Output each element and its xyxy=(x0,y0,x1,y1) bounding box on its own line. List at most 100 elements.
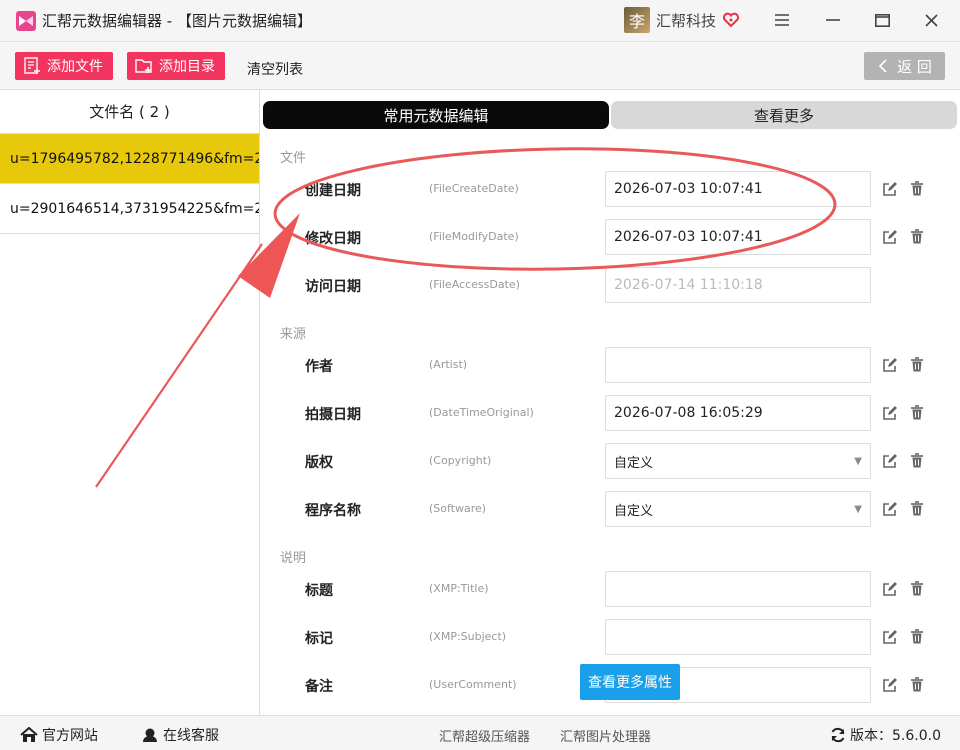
dropdown-caret-icon: ▼ xyxy=(854,504,862,515)
field-label-access: 访问日期 xyxy=(305,279,361,295)
section-title-source: 来源 xyxy=(280,327,307,342)
tab-view-more[interactable]: 查看更多 xyxy=(611,101,957,129)
status-bar: 官方网站 在线客服 汇帮超级压缩器 汇帮图片处理器 版本：5.6.0.0 xyxy=(0,715,960,750)
edit-icon[interactable] xyxy=(882,629,898,645)
copyright-value: 自定义 xyxy=(614,455,654,471)
field-key-comment: (UserComment) xyxy=(429,678,517,691)
field-key-modify: (FileModifyDate) xyxy=(429,230,519,243)
modify-date-value: 2026-07-03 10:07:41 xyxy=(614,229,763,245)
field-label-shoot: 拍摄日期 xyxy=(305,407,361,423)
add-dir-label: 添加目录 xyxy=(159,59,215,75)
version-label: 版本：5.6.0.0 xyxy=(850,728,941,744)
list-item[interactable]: u=2901646514,3731954225&fm=2... xyxy=(0,184,259,234)
back-button[interactable]: 返 回 xyxy=(864,52,945,80)
access-date-value: 2026-07-14 11:10:18 xyxy=(614,277,763,293)
add-folder-icon xyxy=(135,59,152,73)
modify-date-input[interactable]: 2026-07-03 10:07:41 xyxy=(605,219,871,255)
list-item[interactable]: u=1796495782,1228771496&fm=2... xyxy=(0,134,259,184)
section-title-desc: 说明 xyxy=(280,551,307,566)
file-list-header: 文件名 ( 2 ) xyxy=(0,90,259,134)
edit-icon[interactable] xyxy=(882,501,898,517)
title-input[interactable] xyxy=(605,571,871,607)
chevron-left-icon xyxy=(878,59,887,73)
edit-icon[interactable] xyxy=(882,229,898,245)
trash-icon[interactable] xyxy=(910,181,926,197)
app-logo-icon xyxy=(16,10,36,31)
heart-icon xyxy=(722,12,740,28)
trash-icon[interactable] xyxy=(910,629,926,645)
version-info[interactable]: 版本：5.6.0.0 xyxy=(830,725,941,745)
trash-icon[interactable] xyxy=(910,357,926,373)
official-website-link[interactable]: 官方网站 xyxy=(20,725,98,745)
trash-icon[interactable] xyxy=(910,501,926,517)
field-label-modify: 修改日期 xyxy=(305,231,361,247)
shoot-date-input[interactable]: 2026-07-08 16:05:29 xyxy=(605,395,871,431)
field-label-artist: 作者 xyxy=(305,359,333,375)
refresh-icon xyxy=(831,727,845,743)
brand-avatar: 李 xyxy=(624,7,650,33)
field-key-software: (Software) xyxy=(429,502,487,515)
minimize-icon[interactable] xyxy=(823,10,843,30)
field-label-create: 创建日期 xyxy=(305,183,361,199)
field-label-comment: 备注 xyxy=(305,679,333,695)
back-label: 返 回 xyxy=(897,57,932,76)
trash-icon[interactable] xyxy=(910,453,926,469)
clear-list-button[interactable]: 清空列表 xyxy=(247,59,303,79)
close-icon[interactable] xyxy=(921,10,941,30)
file-name: u=1796495782,1228771496&fm=2... xyxy=(10,150,259,167)
headset-icon xyxy=(143,728,157,742)
copyright-select[interactable]: 自定义 ▼ xyxy=(605,443,871,479)
field-label-copyright: 版权 xyxy=(305,455,333,471)
artist-input[interactable] xyxy=(605,347,871,383)
compressor-link[interactable]: 汇帮超级压缩器 xyxy=(439,726,530,745)
edit-icon[interactable] xyxy=(882,453,898,469)
trash-icon[interactable] xyxy=(910,405,926,421)
field-key-create: (FileCreateDate) xyxy=(429,182,519,195)
create-date-input[interactable]: 2026-07-03 10:07:41 xyxy=(605,171,871,207)
field-key-subject: (XMP:Subject) xyxy=(429,630,507,643)
brand[interactable]: 李 汇帮科技 xyxy=(624,7,740,33)
edit-icon[interactable] xyxy=(882,357,898,373)
tab-common-metadata[interactable]: 常用元数据编辑 xyxy=(263,101,609,129)
dropdown-caret-icon: ▼ xyxy=(854,456,862,467)
official-website-label: 官方网站 xyxy=(42,728,98,744)
online-service-link[interactable]: 在线客服 xyxy=(141,725,219,745)
title-bar: 汇帮元数据编辑器 - 【图片元数据编辑】 xyxy=(0,0,960,42)
brand-name: 汇帮科技 xyxy=(656,11,717,30)
trash-icon[interactable] xyxy=(910,229,926,245)
image-processor-link[interactable]: 汇帮图片处理器 xyxy=(560,726,651,745)
access-date-input: 2026-07-14 11:10:18 xyxy=(605,267,871,303)
add-dir-button[interactable]: 添加目录 xyxy=(127,52,225,80)
file-name: u=2901646514,3731954225&fm=2... xyxy=(10,200,259,217)
trash-icon[interactable] xyxy=(910,677,926,693)
toolbar: 添加文件 添加目录 清空列表 返 回 xyxy=(0,42,960,90)
window-title: 汇帮元数据编辑器 - 【图片元数据编辑】 xyxy=(42,12,312,30)
field-label-title: 标题 xyxy=(305,583,333,599)
field-key-copyright: (Copyright) xyxy=(429,454,492,467)
section-title-file: 文件 xyxy=(280,151,307,166)
field-label-subject: 标记 xyxy=(305,631,333,647)
edit-icon[interactable] xyxy=(882,581,898,597)
software-select[interactable]: 自定义 ▼ xyxy=(605,491,871,527)
create-date-value: 2026-07-03 10:07:41 xyxy=(614,181,763,197)
field-key-shoot: (DateTimeOriginal) xyxy=(429,406,534,419)
add-file-label: 添加文件 xyxy=(47,59,103,75)
view-more-properties-button[interactable]: 查看更多属性 xyxy=(580,664,680,700)
edit-icon[interactable] xyxy=(882,405,898,421)
subject-input[interactable] xyxy=(605,619,871,655)
trash-icon[interactable] xyxy=(910,581,926,597)
add-file-button[interactable]: 添加文件 xyxy=(15,52,113,80)
shoot-date-value: 2026-07-08 16:05:29 xyxy=(614,405,763,421)
add-file-icon xyxy=(24,57,40,74)
edit-icon[interactable] xyxy=(882,181,898,197)
home-icon xyxy=(20,727,38,742)
software-value: 自定义 xyxy=(614,503,654,519)
field-label-software: 程序名称 xyxy=(305,503,361,519)
file-list-panel: 文件名 ( 2 ) u=1796495782,1228771496&fm=2..… xyxy=(0,90,260,715)
online-service-label: 在线客服 xyxy=(163,728,219,744)
edit-icon[interactable] xyxy=(882,677,898,693)
maximize-icon[interactable] xyxy=(872,10,892,30)
menu-icon[interactable] xyxy=(772,10,792,30)
field-key-artist: (Artist) xyxy=(429,358,468,371)
field-key-title: (XMP:Title) xyxy=(429,582,489,595)
